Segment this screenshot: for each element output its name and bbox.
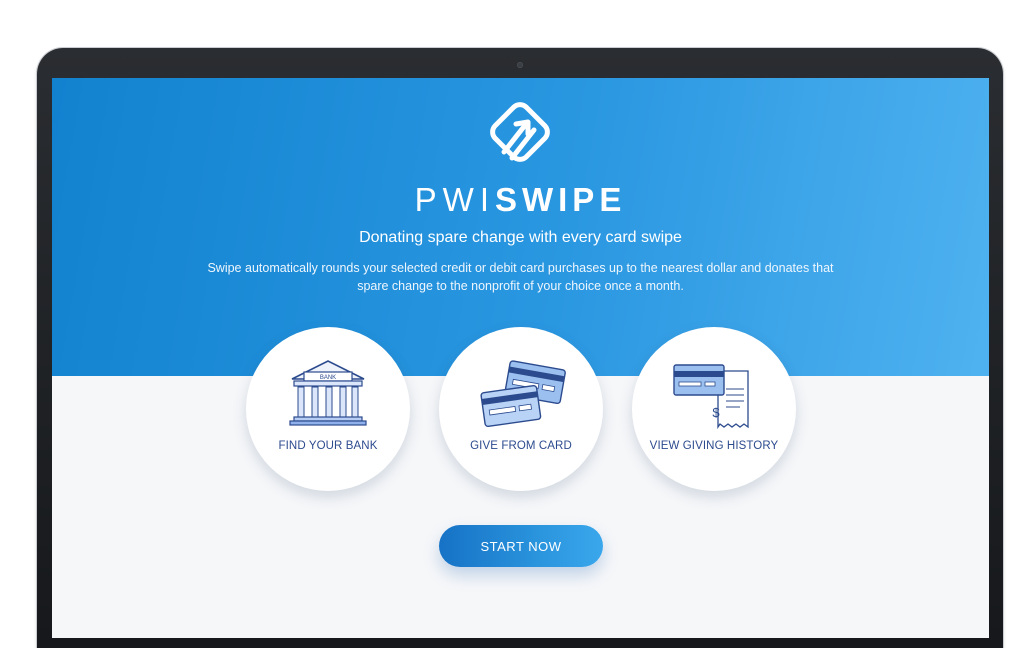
svg-text:$: $ [712, 405, 720, 420]
description: Swipe automatically rounds your selected… [207, 261, 834, 293]
find-your-bank-card[interactable]: BANK FIND YOUR BANK [246, 327, 410, 491]
laptop-screen: PWISWIPE Donating spare change with ever… [52, 78, 989, 638]
give-from-card-card[interactable]: GIVE FROM CARD [439, 327, 603, 491]
tagline: Donating spare change with every card sw… [359, 229, 682, 246]
feature-label: VIEW GIVING HISTORY [649, 440, 779, 452]
bank-icon: BANK [289, 360, 367, 426]
feature-label: FIND YOUR BANK [278, 440, 378, 452]
start-now-button[interactable]: START NOW [439, 525, 603, 567]
receipt-history-icon: $ [673, 364, 749, 430]
svg-text:BANK: BANK [320, 375, 336, 381]
webcam [517, 62, 523, 68]
feature-label: GIVE FROM CARD [470, 440, 572, 452]
view-giving-history-card[interactable]: $ VIEW GIVING HISTORY [632, 327, 796, 491]
swipe-logo-icon [490, 102, 550, 162]
brand-title: PWISWIPE [414, 181, 627, 218]
credit-cards-icon [480, 360, 566, 428]
